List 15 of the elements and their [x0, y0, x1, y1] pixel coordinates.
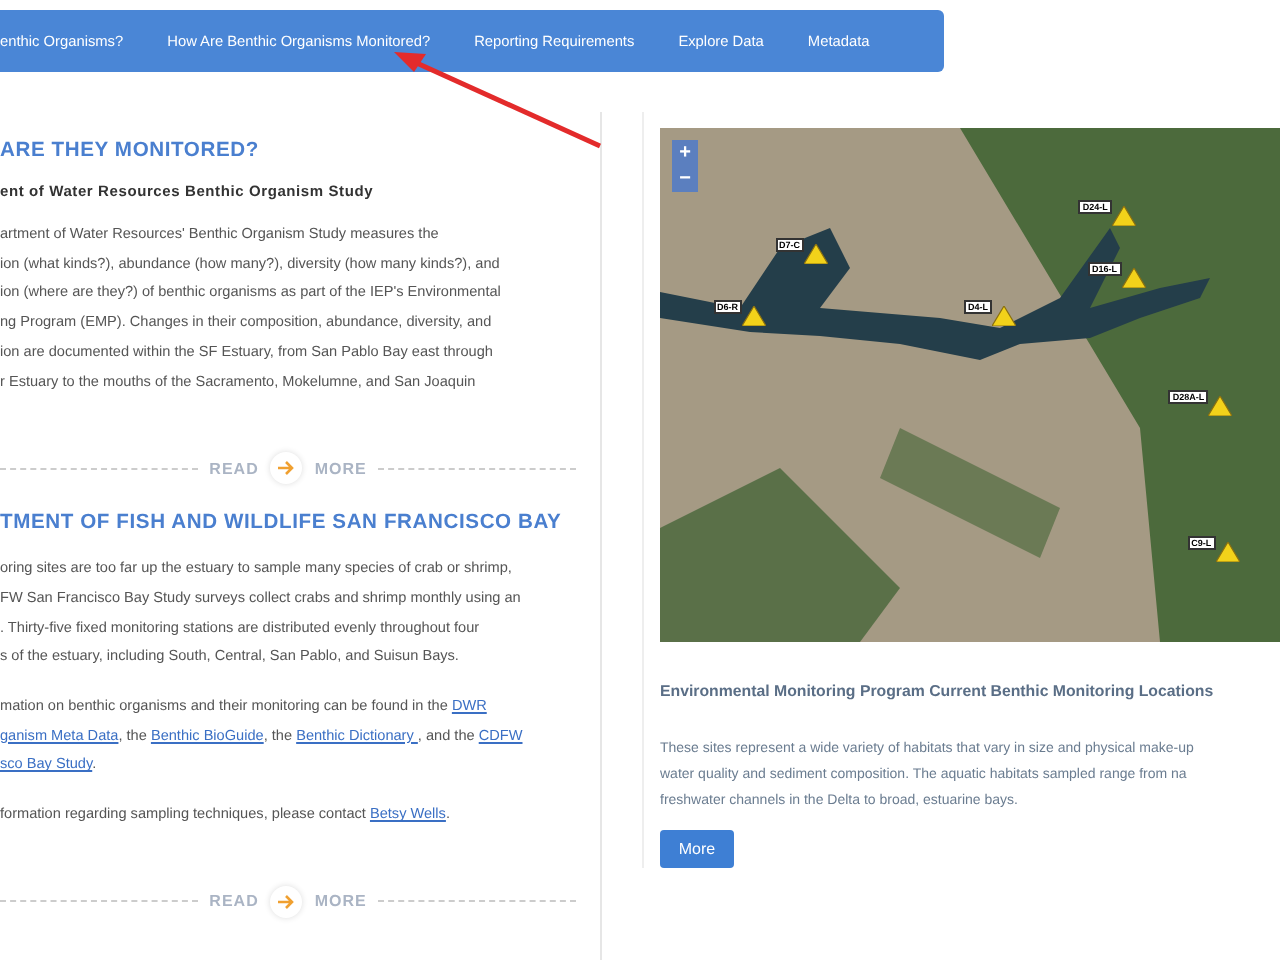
- station-marker-icon[interactable]: [992, 306, 1017, 327]
- station-marker-icon[interactable]: [1121, 267, 1146, 288]
- section-heading: ARE THEY MONITORED?: [0, 140, 261, 162]
- section-heading: TMENT OF FISH AND WILDLIFE SAN FRANCISCO BAY: [0, 512, 564, 535]
- more-button[interactable]: More: [660, 830, 734, 868]
- read-label[interactable]: READ: [209, 459, 259, 478]
- read-label[interactable]: READ: [209, 892, 259, 911]
- more-label[interactable]: MORE: [314, 892, 367, 911]
- station-marker-icon[interactable]: [1215, 542, 1240, 563]
- more-label[interactable]: MORE: [314, 459, 367, 478]
- station-marker-icon[interactable]: [804, 244, 829, 265]
- arrow-circle-icon[interactable]: [270, 452, 303, 485]
- station-marker-icon[interactable]: [1208, 396, 1233, 417]
- arrow-circle-icon[interactable]: [270, 885, 303, 918]
- station-marker-icon[interactable]: [742, 306, 767, 327]
